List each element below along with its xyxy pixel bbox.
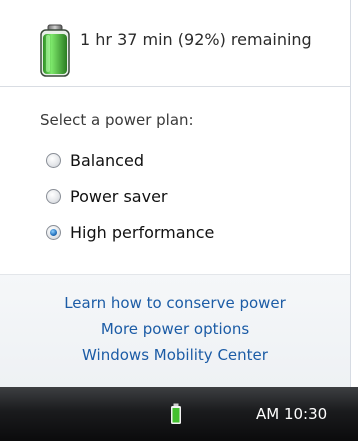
power-saver-radio[interactable] <box>46 188 61 204</box>
battery-remaining-text: 1 hr 37 min (92%) remaining <box>80 30 312 49</box>
high-performance-radio[interactable] <box>46 224 61 240</box>
battery-status-section: 1 hr 37 min (92%) remaining <box>0 0 350 87</box>
mobility-center-link[interactable]: Windows Mobility Center <box>0 346 350 364</box>
balanced-radio[interactable] <box>46 152 61 168</box>
plan-label-high-performance: High performance <box>70 222 215 242</box>
power-plan-prompt: Select a power plan: <box>40 111 194 129</box>
plan-label-balanced: Balanced <box>70 150 144 170</box>
plan-option-power-saver[interactable]: Power saver <box>46 185 168 207</box>
battery-icon <box>40 24 70 77</box>
power-plan-section: Select a power plan: Balanced Power save… <box>0 87 350 275</box>
links-section: Learn how to conserve power More power o… <box>0 274 350 388</box>
battery-tray-icon[interactable] <box>170 403 182 425</box>
plan-option-balanced[interactable]: Balanced <box>46 149 144 171</box>
power-flyout: 1 hr 37 min (92%) remaining Select a pow… <box>0 0 351 388</box>
plan-label-power-saver: Power saver <box>70 186 168 206</box>
taskbar: AM 10:30 <box>0 387 358 441</box>
clock[interactable]: AM 10:30 <box>256 405 327 423</box>
conserve-power-link[interactable]: Learn how to conserve power <box>0 294 350 312</box>
more-power-options-link[interactable]: More power options <box>0 320 350 338</box>
plan-option-high-performance[interactable]: High performance <box>46 221 214 243</box>
